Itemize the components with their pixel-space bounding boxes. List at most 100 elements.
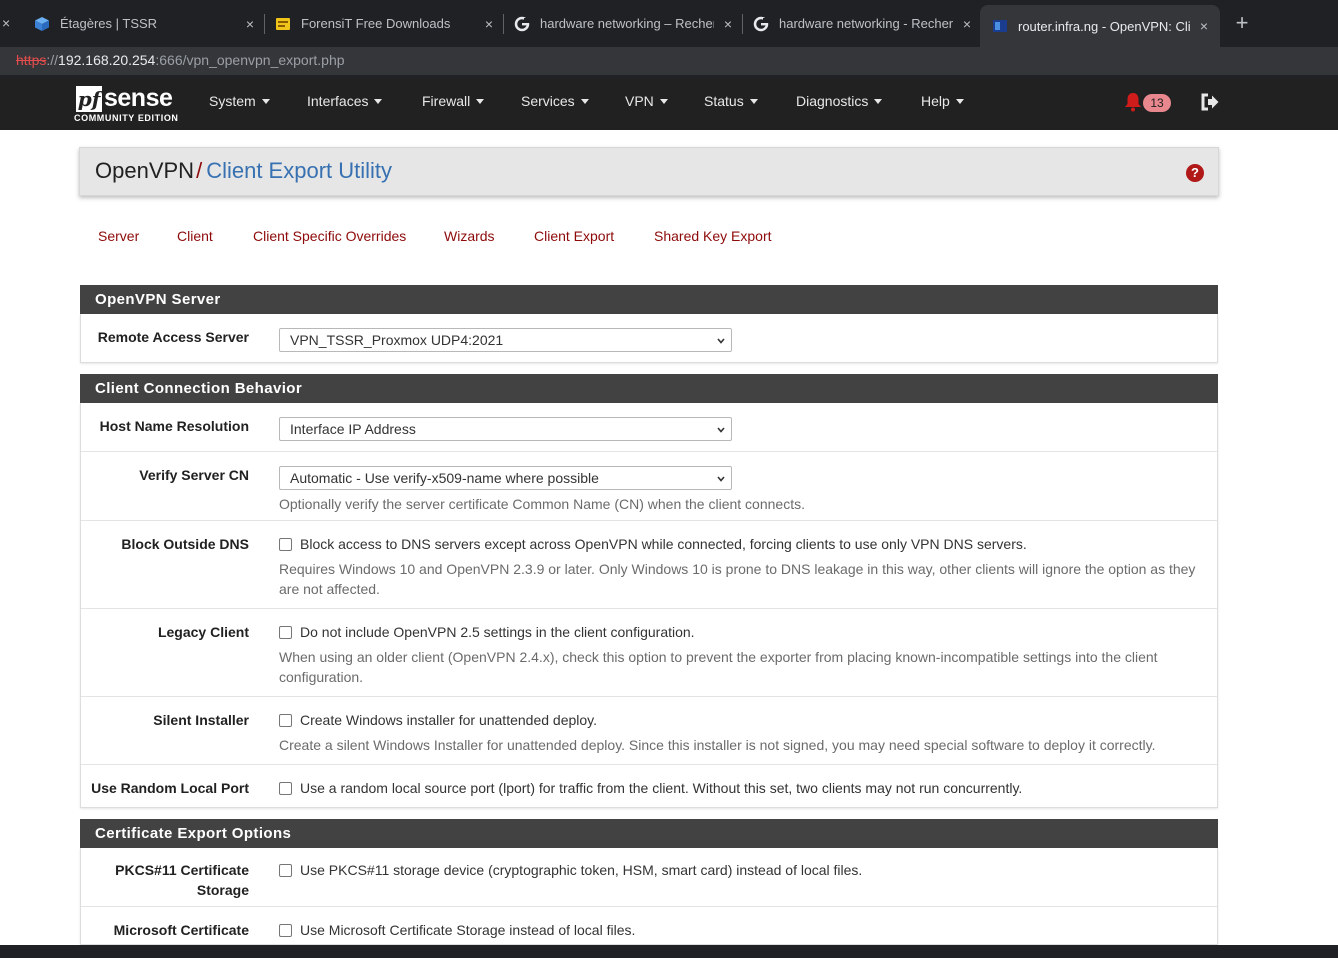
panel-openvpn-server: Remote Access Server VPN_TSSR_Proxmox UD… [80,314,1218,363]
form-row-host-name-resolution: Host Name Resolution Interface IP Addres… [81,403,1217,452]
checkbox-label: Block access to DNS servers except acros… [300,536,1027,552]
caret-down-icon [261,99,270,104]
nav-menu-services[interactable]: Services [521,93,589,109]
field-label: Microsoft Certificate [113,922,249,938]
legacy-client-checkbox[interactable] [279,626,292,639]
checkbox-label: Use PKCS#11 storage device (cryptographi… [300,862,863,878]
random-local-port-checkbox[interactable] [279,782,292,795]
nav-menu-vpn[interactable]: VPN [625,93,668,109]
panel-heading-client-connection-behavior: Client Connection Behavior [80,374,1218,403]
url-protocol: https [16,52,47,68]
checkbox-label: Create Windows installer for unattended … [300,712,598,728]
bell-icon[interactable] [1124,92,1142,112]
checkbox-label: Use a random local source port (lport) f… [300,780,1023,796]
notification-count-badge[interactable]: 13 [1143,94,1171,112]
google-icon [514,16,530,32]
select-value: Interface IP Address [290,421,416,437]
host-name-resolution-select[interactable]: Interface IP Address [279,417,732,441]
tab-client-export[interactable]: Client Export [534,228,614,244]
breadcrumb-parent[interactable]: OpenVPN [95,158,194,183]
caret-down-icon [955,99,964,104]
field-help-text: When using an older client (OpenVPN 2.4.… [279,649,1158,685]
tab-close-icon[interactable]: × [1196,18,1212,34]
caret-down-icon [580,99,589,104]
logo-pf-mark: pf [76,86,102,112]
legacy-client-option[interactable]: Do not include OpenVPN 2.5 settings in t… [279,622,695,642]
address-bar[interactable]: https://192.168.20.254:666/vpn_openvpn_e… [0,47,1338,75]
nav-menu-help[interactable]: Help [921,93,964,109]
field-label: Silent Installer [153,712,249,728]
nav-menu-system[interactable]: System [209,93,270,109]
pfsense-navbar: pf sense COMMUNITY EDITION System Interf… [0,78,1338,130]
tab-wizards[interactable]: Wizards [444,228,495,244]
caret-down-icon [874,99,883,104]
field-label: Use Random Local Port [91,780,249,796]
breadcrumb-current[interactable]: Client Export Utility [206,158,392,183]
nav-menu-diagnostics[interactable]: Diagnostics [796,93,883,109]
field-label: Verify Server CN [139,467,249,483]
field-label: Host Name Resolution [99,418,249,434]
form-row-verify-server-cn: Verify Server CN Automatic - Use verify-… [81,452,1217,521]
form-row-remote-access-server: Remote Access Server VPN_TSSR_Proxmox UD… [81,314,1217,362]
field-help-text: Requires Windows 10 and OpenVPN 2.3.9 or… [279,561,1196,597]
caret-down-icon [476,99,485,104]
nav-menu-interfaces[interactable]: Interfaces [307,93,383,109]
pfsense-logo[interactable]: pf sense COMMUNITY EDITION [74,84,184,124]
tab-separator [503,14,504,34]
silent-installer-option[interactable]: Create Windows installer for unattended … [279,710,597,730]
nav-menu-firewall[interactable]: Firewall [422,93,485,109]
microsoft-certificate-option[interactable]: Use Microsoft Certificate Storage instea… [279,920,635,940]
question-circle-icon[interactable]: ? [1186,164,1204,182]
panel-heading-certificate-export-options: Certificate Export Options [80,819,1218,848]
browser-tab-forensit[interactable]: ForensiT Free Downloads × [275,8,497,39]
tab-server[interactable]: Server [98,228,139,244]
checkbox-label: Use Microsoft Certificate Storage instea… [300,922,636,938]
browser-tab-router-active[interactable]: router.infra.ng - OpenVPN: Client × [980,5,1220,47]
tab-shared-key-export[interactable]: Shared Key Export [654,228,772,244]
tab-separator [742,14,743,34]
microsoft-certificate-checkbox[interactable] [279,924,292,937]
nav-menu-label: Help [921,93,950,109]
browser-tab-google-2[interactable]: hardware networking - Recherche × [753,8,975,39]
block-outside-dns-option[interactable]: Block access to DNS servers except acros… [279,534,1027,554]
google-icon [753,16,769,32]
pfsense-icon [992,18,1008,34]
browser-tab-etageres[interactable]: Étagères | TSSR × [34,8,258,39]
breadcrumb: OpenVPN/Client Export Utility [95,158,392,184]
nav-menu-status[interactable]: Status [704,93,758,109]
pkcs11-option[interactable]: Use PKCS#11 storage device (cryptographi… [279,860,862,880]
url-text[interactable]: https://192.168.20.254:666/vpn_openvpn_e… [16,52,345,68]
pkcs11-checkbox[interactable] [279,864,292,877]
url-separator: :// [46,52,59,68]
tab-client-specific-overrides[interactable]: Client Specific Overrides [253,228,406,244]
tab-close-icon[interactable]: × [481,16,497,32]
tab-close-icon[interactable]: × [242,16,258,32]
verify-server-cn-select[interactable]: Automatic - Use verify-x509-name where p… [279,466,732,490]
form-row-microsoft-certificate: Microsoft Certificate Use Microsoft Cert… [81,907,1217,945]
browser-tab-google-1[interactable]: hardware networking – Recherche × [514,8,736,39]
logout-icon[interactable] [1200,92,1220,112]
random-local-port-option[interactable]: Use a random local source port (lport) f… [279,778,1022,798]
field-label: PKCS#11 Certificate Storage [115,862,249,898]
browser-tab-title: router.infra.ng - OpenVPN: Client [1018,18,1190,34]
tab-client[interactable]: Client [177,228,213,244]
chevron-down-icon [717,338,725,344]
forensit-icon [275,16,291,32]
shelf-icon [34,16,50,32]
url-path: :666/vpn_openvpn_export.php [155,52,345,68]
block-outside-dns-checkbox[interactable] [279,538,292,551]
form-row-random-local-port: Use Random Local Port Use a random local… [81,765,1217,807]
nav-menu-label: Services [521,93,575,109]
new-tab-button[interactable]: + [1232,12,1252,34]
tab-close-icon[interactable]: × [959,16,975,32]
silent-installer-checkbox[interactable] [279,714,292,727]
nav-menu-label: Firewall [422,93,471,109]
field-label: Legacy Client [157,624,249,640]
browser-tab-title: Étagères | TSSR [60,16,158,31]
remote-access-server-select[interactable]: VPN_TSSR_Proxmox UDP4:2021 [279,328,732,352]
tab-close-icon[interactable]: × [2,15,10,31]
logo-sense-text: sense [104,84,173,112]
panel-client-connection-behavior: Host Name Resolution Interface IP Addres… [80,403,1218,808]
chevron-down-icon [717,427,725,433]
tab-close-icon[interactable]: × [720,16,736,32]
